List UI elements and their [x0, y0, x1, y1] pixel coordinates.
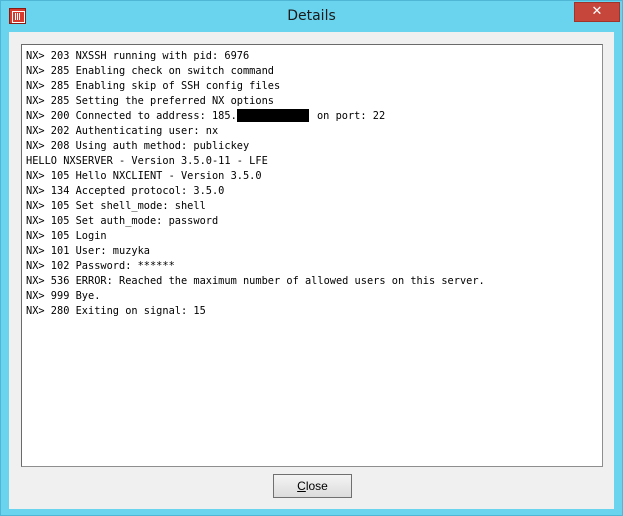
log-line: NX> 105 Login: [26, 230, 107, 242]
log-line: NX> 105 Set auth_mode: password: [26, 215, 219, 227]
close-label-rest: lose: [305, 479, 328, 493]
log-output[interactable]: NX> 203 NXSSH running with pid: 6976 NX>…: [21, 44, 603, 467]
log-line: NX> 105 Hello NXCLIENT - Version 3.5.0: [26, 170, 262, 182]
log-line: NX> 208 Using auth method: publickey: [26, 140, 250, 152]
log-line: NX> 280 Exiting on signal: 15: [26, 305, 206, 317]
log-line-connected: NX> 200 Connected to address: 185. on po…: [26, 109, 602, 124]
log-line: NX> 203 NXSSH running with pid: 6976: [26, 50, 250, 62]
log-line: HELLO NXSERVER - Version 3.5.0-11 - LFE: [26, 155, 268, 167]
close-accelerator: C: [297, 479, 306, 493]
connected-prefix: NX> 200 Connected to address: 185.: [26, 110, 237, 122]
title-bar[interactable]: Details ✕: [1, 1, 622, 32]
log-line: NX> 102 Password: ******: [26, 260, 175, 272]
log-line: NX> 285 Setting the preferred NX options: [26, 95, 274, 107]
window-title: Details: [287, 8, 336, 24]
log-line: NX> 285 Enabling check on switch command: [26, 65, 274, 77]
connected-suffix: on port: 22: [310, 110, 386, 122]
log-line: NX> 101 User: muzyka: [26, 245, 150, 257]
log-line: NX> 202 Authenticating user: nx: [26, 125, 219, 137]
log-line: NX> 999 Bye.: [26, 290, 101, 302]
log-line: NX> 285 Enabling skip of SSH config file…: [26, 80, 281, 92]
redacted-address: [236, 109, 309, 122]
dialog-body: NX> 203 NXSSH running with pid: 6976 NX>…: [9, 32, 614, 509]
close-button[interactable]: Close: [273, 474, 352, 498]
details-window: Details ✕ NX> 203 NXSSH running with pid…: [0, 0, 623, 516]
log-line: NX> 105 Set shell_mode: shell: [26, 200, 206, 212]
log-line-error: NX> 536 ERROR: Reached the maximum numbe…: [26, 275, 485, 287]
window-close-icon[interactable]: ✕: [574, 2, 620, 22]
log-line: NX> 134 Accepted protocol: 3.5.0: [26, 185, 225, 197]
